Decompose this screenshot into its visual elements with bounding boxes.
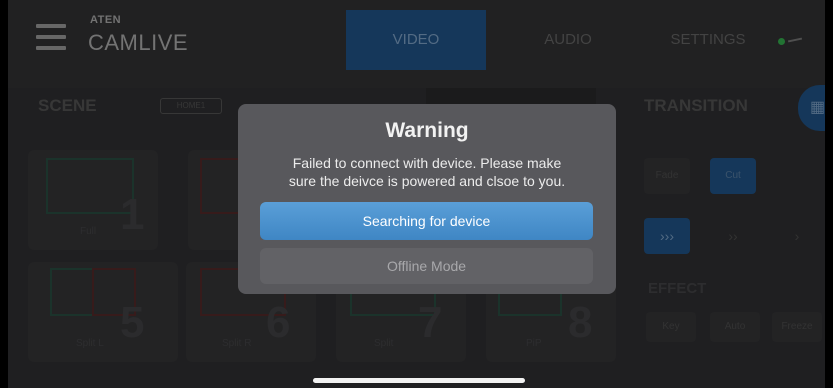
dialog-message: Failed to connect with device. Please ma… [254, 154, 600, 190]
dialog-message-line-1: Failed to connect with device. Please ma… [292, 155, 562, 171]
dialog-message-line-2: sure the deivce is powered and clsoe to … [288, 173, 566, 189]
warning-dialog: Warning Failed to connect with device. P… [238, 104, 616, 294]
dialog-title: Warning [385, 119, 469, 142]
search-device-button[interactable]: Searching for device [260, 202, 593, 240]
home-indicator[interactable] [313, 378, 525, 383]
app-screen: ATEN CAMLIVE VIDEO AUDIO SETTINGS SCENE … [8, 0, 825, 388]
offline-mode-button[interactable]: Offline Mode [260, 248, 593, 284]
